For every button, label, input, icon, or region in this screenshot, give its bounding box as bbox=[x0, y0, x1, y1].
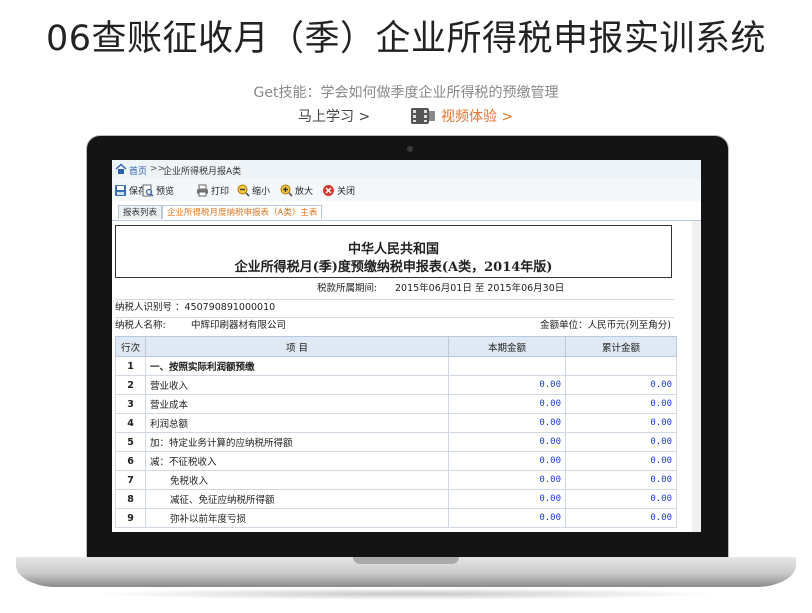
report-form: 中华人民共和国 企业所得税月(季)度预缴纳税申报表(A类，2014年版) 税款所… bbox=[112, 221, 692, 532]
zoom-in-label: 放大 bbox=[295, 187, 314, 197]
unit-label: 金额单位： bbox=[540, 320, 588, 331]
print-label: 打印 bbox=[211, 187, 230, 197]
report-title-box: 中华人民共和国 企业所得税月(季)度预缴纳税申报表(A类，2014年版) bbox=[115, 225, 672, 278]
taxpayer-id-row: 纳税人识别号 ：450790891000010 bbox=[115, 299, 275, 317]
current-amount-input[interactable]: 0.00 bbox=[448, 451, 566, 471]
breadcrumb-current: 企业所得税月报A类 bbox=[163, 167, 242, 177]
print-button[interactable]: 打印 bbox=[196, 183, 229, 198]
table-row: 6 减：不征税收入 0.00 0.00 bbox=[115, 451, 677, 471]
page-title: 06查账征收月（季）企业所得税申报实训系统 bbox=[45, 19, 767, 59]
row-item: 营业收入 bbox=[145, 375, 449, 395]
report-title-line2: 企业所得税月(季)度预缴纳税申报表(A类，2014年版) bbox=[234, 260, 553, 275]
column-header-no: 行次 bbox=[115, 336, 146, 357]
zoom-in-icon bbox=[280, 184, 293, 197]
current-amount-input[interactable]: 0.00 bbox=[448, 413, 566, 433]
cumulative-amount-input[interactable]: 0.00 bbox=[565, 451, 677, 471]
row-number: 4 bbox=[115, 413, 146, 433]
column-header-current: 本期金额 bbox=[448, 336, 566, 357]
cumulative-amount-input[interactable]: 0.00 bbox=[565, 470, 677, 490]
current-amount-cell bbox=[448, 356, 566, 376]
laptop-notch bbox=[353, 557, 459, 564]
home-icon[interactable] bbox=[115, 163, 127, 175]
table-row: 9 弥补以前年度亏损 0.00 0.00 bbox=[115, 508, 677, 528]
row-number: 9 bbox=[115, 508, 146, 528]
cumulative-amount-input[interactable]: 0.00 bbox=[565, 508, 677, 528]
taxpayer-name-row: 纳税人名称: 中辉印刷器材有限公司 金额单位：人民币元(列至角分) bbox=[115, 317, 673, 335]
zoom-out-icon bbox=[237, 184, 250, 197]
table-row: 5 加：特定业务计算的应纳税所得额 0.00 0.00 bbox=[115, 432, 677, 452]
zoom-in-button[interactable]: 放大 bbox=[280, 183, 313, 198]
cumulative-amount-input[interactable]: 0.00 bbox=[565, 432, 677, 452]
table-row: 1 一、按照实际利润额预缴 bbox=[115, 356, 677, 376]
tab-report-list[interactable]: 报表列表 bbox=[118, 205, 163, 219]
preview-button[interactable]: 预览 bbox=[141, 183, 174, 198]
cumulative-amount-input[interactable]: 0.00 bbox=[565, 394, 677, 414]
preview-icon bbox=[142, 184, 154, 197]
film-reel-icon[interactable] bbox=[410, 104, 436, 126]
period-label: 税款所属期间: bbox=[317, 283, 378, 294]
column-header-item: 项 目 bbox=[145, 336, 449, 357]
tagline: Get技能：学会如何做季度企业所得税的预缴管理 bbox=[253, 85, 559, 101]
row-item: 减：不征税收入 bbox=[145, 451, 449, 471]
table-row: 7 免税收入 0.00 0.00 bbox=[115, 470, 677, 490]
taxpayer-name-value: 中辉印刷器材有限公司 bbox=[191, 320, 287, 331]
current-amount-input[interactable]: 0.00 bbox=[448, 375, 566, 395]
cumulative-amount-input[interactable]: 0.00 bbox=[565, 489, 677, 509]
tab-bar: 报表列表 企业所得税月度纳税申报表（A类）主表 bbox=[112, 203, 701, 221]
row-number: 6 bbox=[115, 451, 146, 471]
learn-now-link[interactable]: 马上学习 > bbox=[298, 106, 370, 126]
row-item: 一、按照实际利润额预缴 bbox=[145, 356, 449, 376]
taxpayer-id-label: 纳税人识别号 ： bbox=[115, 302, 185, 313]
row-number: 2 bbox=[115, 375, 146, 395]
row-item: 减征、免征应纳税所得额 bbox=[145, 489, 449, 509]
video-experience-link[interactable]: 视频体验 > bbox=[441, 106, 513, 126]
current-amount-input[interactable]: 0.00 bbox=[448, 432, 566, 452]
close-icon bbox=[323, 185, 334, 196]
table-row: 4 利润总额 0.00 0.00 bbox=[115, 413, 677, 433]
webcam bbox=[407, 146, 413, 152]
vertical-scrollbar[interactable] bbox=[692, 221, 701, 532]
zoom-out-label: 缩小 bbox=[252, 187, 271, 197]
cumulative-amount-input[interactable]: 0.00 bbox=[565, 413, 677, 433]
row-item: 营业成本 bbox=[145, 394, 449, 414]
laptop-shadow bbox=[90, 588, 722, 600]
table-row: 2 营业收入 0.00 0.00 bbox=[115, 375, 677, 395]
toolbar: 保存 预览 打印 缩小 放大 关闭 bbox=[112, 179, 701, 201]
current-amount-input[interactable]: 0.00 bbox=[448, 508, 566, 528]
cumulative-amount-cell bbox=[565, 356, 677, 376]
current-amount-input[interactable]: 0.00 bbox=[448, 394, 566, 414]
current-amount-input[interactable]: 0.00 bbox=[448, 489, 566, 509]
breadcrumb: 首页 >> 企业所得税月报A类 bbox=[112, 160, 701, 179]
taxpayer-name-label: 纳税人名称: bbox=[115, 320, 166, 331]
table-row: 8 减征、免征应纳税所得额 0.00 0.00 bbox=[115, 489, 677, 509]
row-item: 加：特定业务计算的应纳税所得额 bbox=[145, 432, 449, 452]
report-title-line1: 中华人民共和国 bbox=[347, 242, 439, 257]
print-icon bbox=[197, 184, 208, 197]
row-number: 1 bbox=[115, 356, 146, 376]
close-label: 关闭 bbox=[337, 187, 356, 197]
tab-main-form[interactable]: 企业所得税月度纳税申报表（A类）主表 bbox=[162, 205, 323, 219]
period-value: 2015年06月01日 至 2015年06月30日 bbox=[395, 283, 565, 294]
save-icon bbox=[115, 185, 126, 196]
taxpayer-id-value: 450790891000010 bbox=[184, 302, 276, 313]
cumulative-amount-input[interactable]: 0.00 bbox=[565, 375, 677, 395]
zoom-out-button[interactable]: 缩小 bbox=[237, 183, 270, 198]
row-item: 免税收入 bbox=[145, 470, 449, 490]
amount-unit: 金额单位：人民币元(列至角分) bbox=[540, 317, 671, 335]
row-number: 3 bbox=[115, 394, 146, 414]
row-number: 8 bbox=[115, 489, 146, 509]
column-header-cumulative: 累计金额 bbox=[565, 336, 677, 357]
row-number: 5 bbox=[115, 432, 146, 452]
preview-label: 预览 bbox=[156, 187, 175, 197]
unit-value: 人民币元(列至角分) bbox=[587, 320, 671, 331]
table-row: 3 营业成本 0.00 0.00 bbox=[115, 394, 677, 414]
row-item: 弥补以前年度亏损 bbox=[145, 508, 449, 528]
row-item: 利润总额 bbox=[145, 413, 449, 433]
current-amount-input[interactable]: 0.00 bbox=[448, 470, 566, 490]
breadcrumb-home[interactable]: 首页 bbox=[129, 164, 147, 177]
row-number: 7 bbox=[115, 470, 146, 490]
report-table: 行次 项 目 本期金额 累计金额 1 一、按照实际利润额预缴 2 营业收入 0.… bbox=[115, 336, 677, 528]
close-button[interactable]: 关闭 bbox=[322, 183, 355, 198]
app-screen: 首页 >> 企业所得税月报A类 保存 预览 打印 缩小 放大 关闭 报表列表 企… bbox=[112, 160, 701, 532]
